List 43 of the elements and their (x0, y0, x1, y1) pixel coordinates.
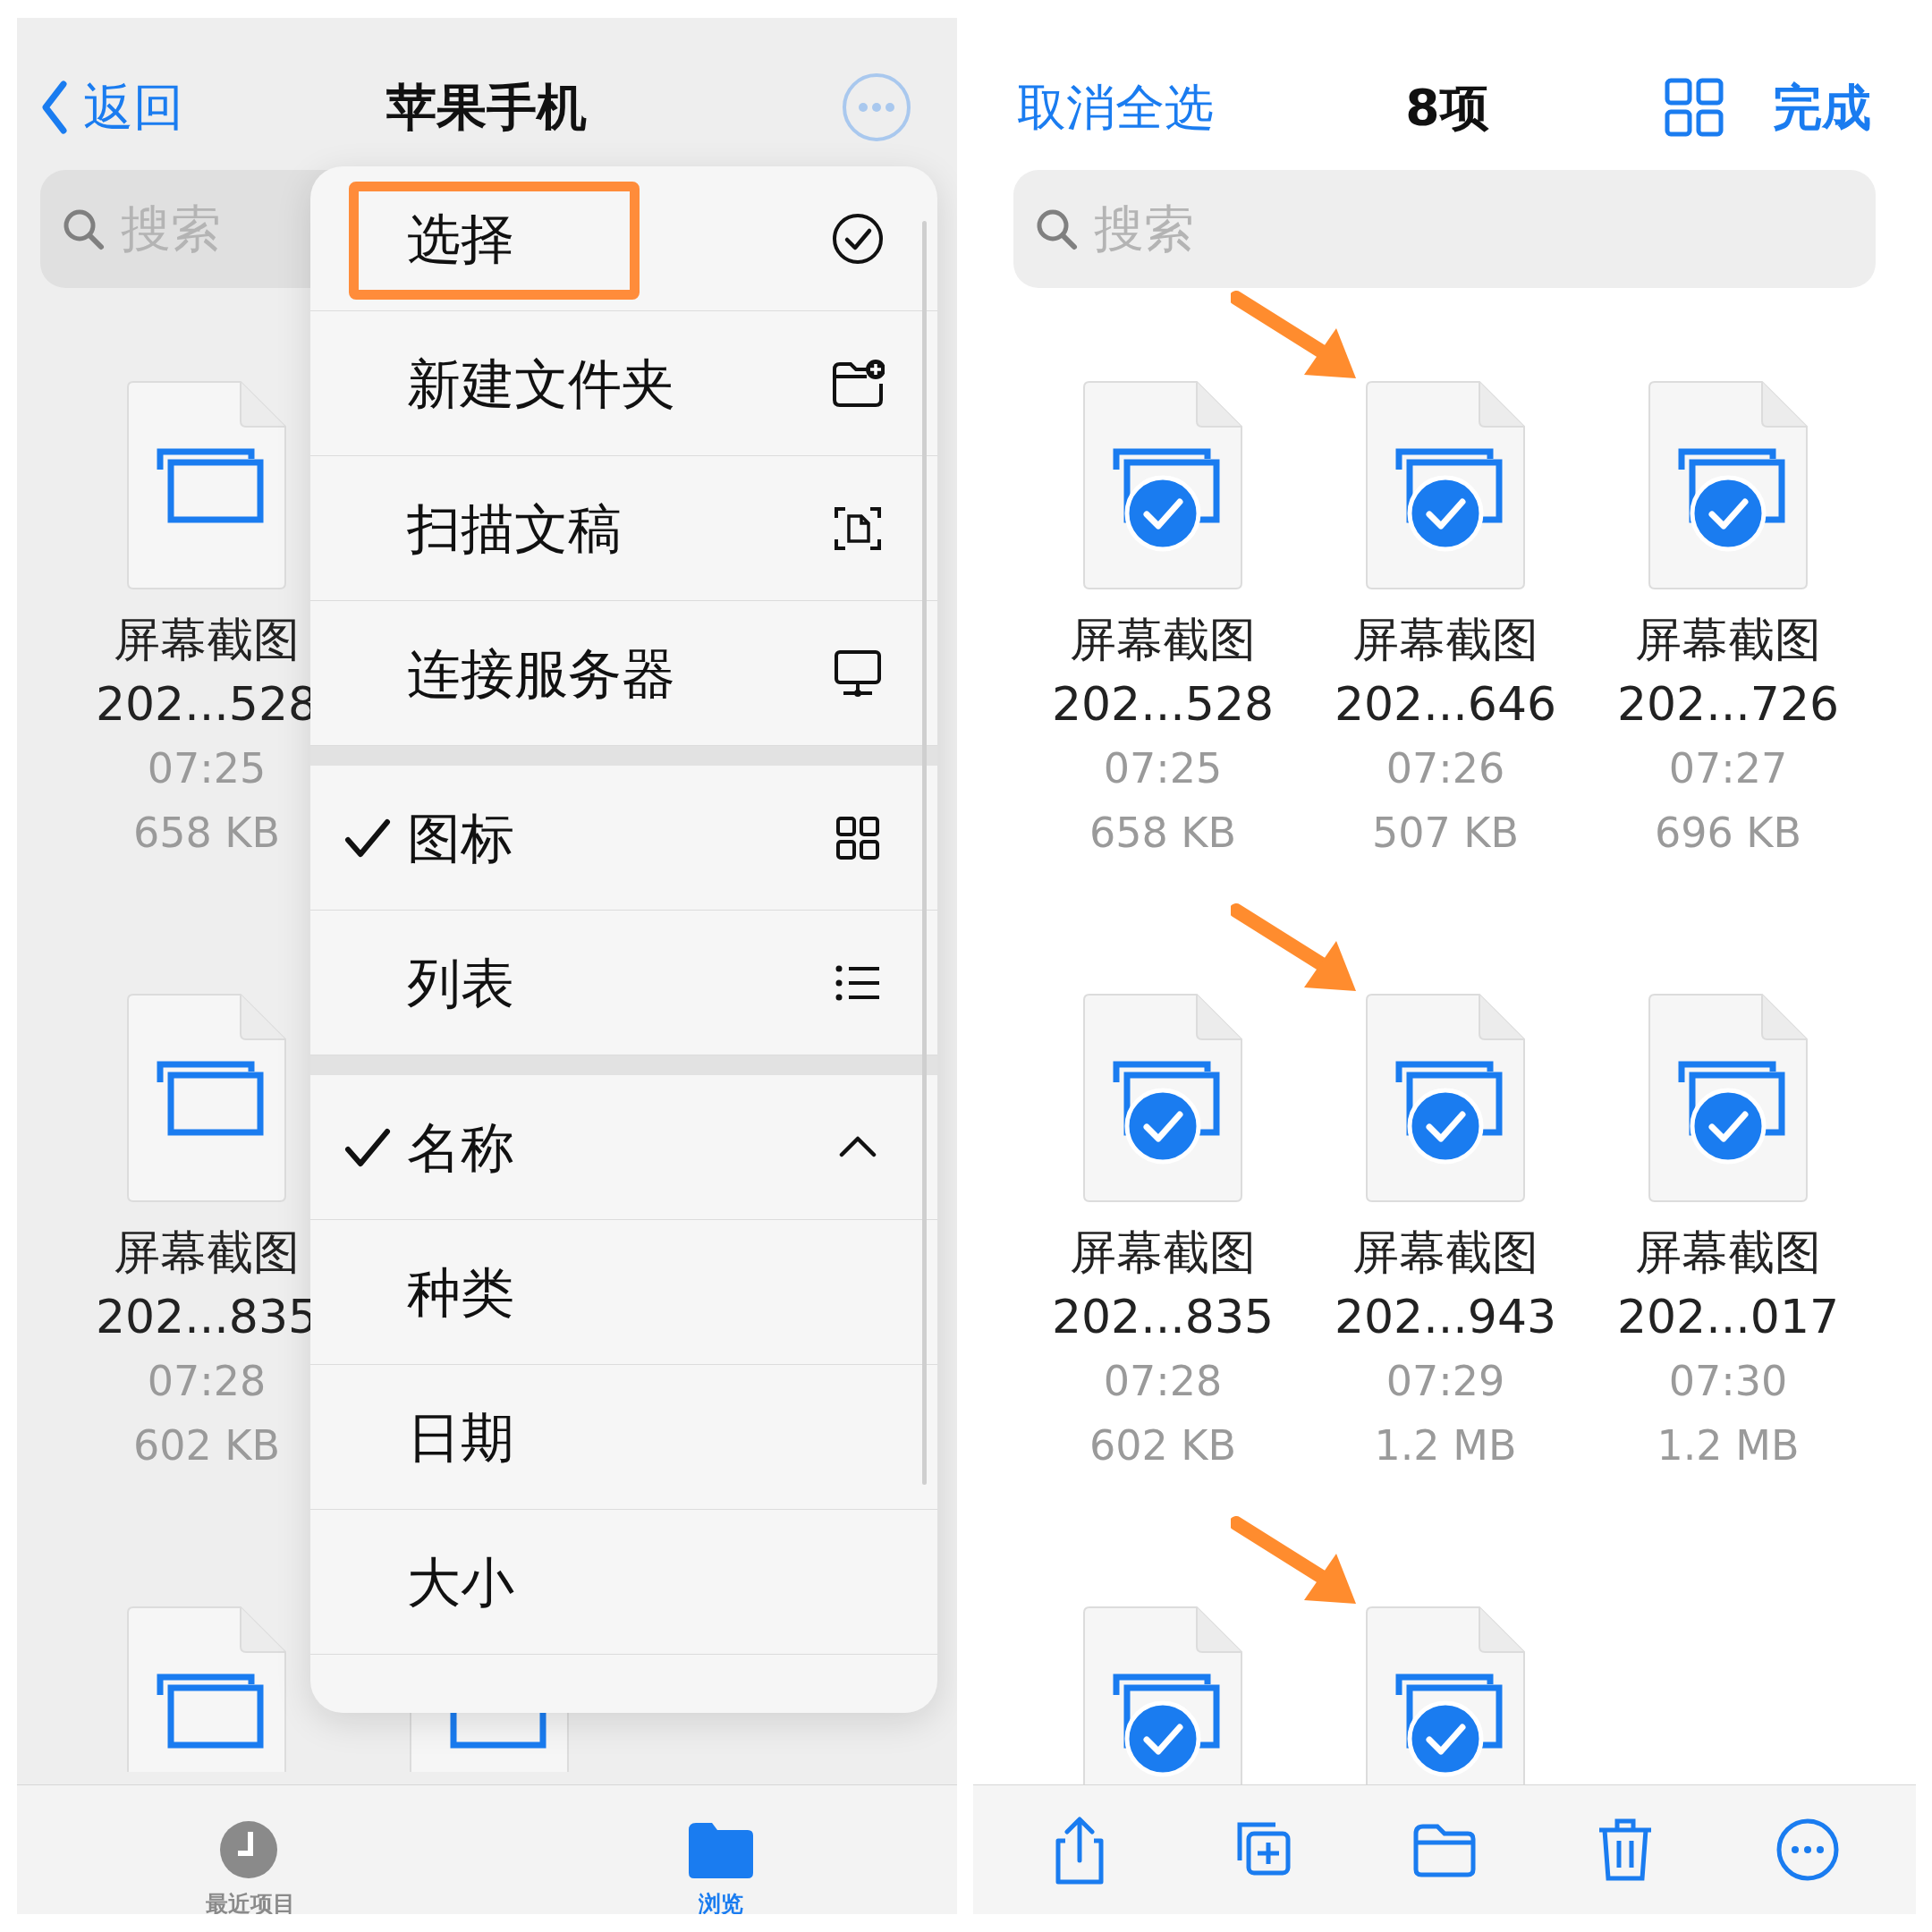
file-name: 202...528 (1051, 676, 1275, 733)
file-time: 07:25 (147, 743, 267, 794)
menu-item[interactable]: 大小 (310, 1510, 937, 1655)
file-time: 07:28 (147, 1356, 267, 1407)
file-name: 屏幕截图 (1635, 1224, 1821, 1281)
file-name: 屏幕截图 (114, 612, 300, 668)
file-name: 屏幕截图 (1070, 612, 1256, 668)
file-name: 屏幕截图 (1635, 612, 1821, 668)
item-count: 8项 (1404, 77, 1490, 138)
tab-bar-item[interactable]: 浏览 (667, 1819, 775, 1914)
window-title: 苹果手机 (386, 77, 588, 138)
back-chevron-icon (40, 80, 67, 134)
file-size: 658 KB (1089, 808, 1237, 859)
file-name: 屏幕截图 (1070, 1224, 1256, 1281)
file-size: 507 KB (1371, 808, 1520, 859)
screenshot-file-icon[interactable] (126, 1606, 287, 1772)
screenshot-file-icon[interactable] (126, 993, 287, 1203)
file-size: 602 KB (1089, 1420, 1237, 1471)
file-name: 202...835 (1051, 1289, 1275, 1345)
check-circle-icon (831, 211, 885, 266)
file-name: 202...646 (1334, 676, 1557, 733)
file-name: 屏幕截图 (1352, 1224, 1538, 1281)
file-size: 696 KB (1654, 808, 1802, 859)
file-time: 07:30 (1668, 1356, 1788, 1407)
menu-item[interactable]: 选择 (310, 166, 937, 311)
done-button[interactable]: 完成 (1773, 70, 1871, 145)
file-name: 202...726 (1616, 676, 1840, 733)
file-size: 602 KB (132, 1420, 281, 1471)
file-time: 07:25 (1103, 743, 1223, 794)
file-time: 07:29 (1385, 1356, 1505, 1407)
file-time: 07:27 (1668, 743, 1788, 794)
file-name: 202...943 (1334, 1289, 1557, 1345)
file-name: 202...017 (1616, 1289, 1840, 1345)
file-size: 1.2 MB (1657, 1420, 1800, 1471)
file-size: 1.2 MB (1374, 1420, 1517, 1471)
grid-view-button[interactable] (1663, 76, 1725, 139)
screenshot-file-icon[interactable] (126, 380, 287, 590)
file-name: 屏幕截图 (114, 1224, 300, 1281)
file-time: 07:28 (1103, 1356, 1223, 1407)
file-size: 658 KB (132, 808, 281, 859)
file-name: 屏幕截图 (1352, 612, 1538, 668)
deselect-all-button[interactable]: 取消全选 (1017, 70, 1214, 145)
file-time: 07:26 (1385, 743, 1505, 794)
